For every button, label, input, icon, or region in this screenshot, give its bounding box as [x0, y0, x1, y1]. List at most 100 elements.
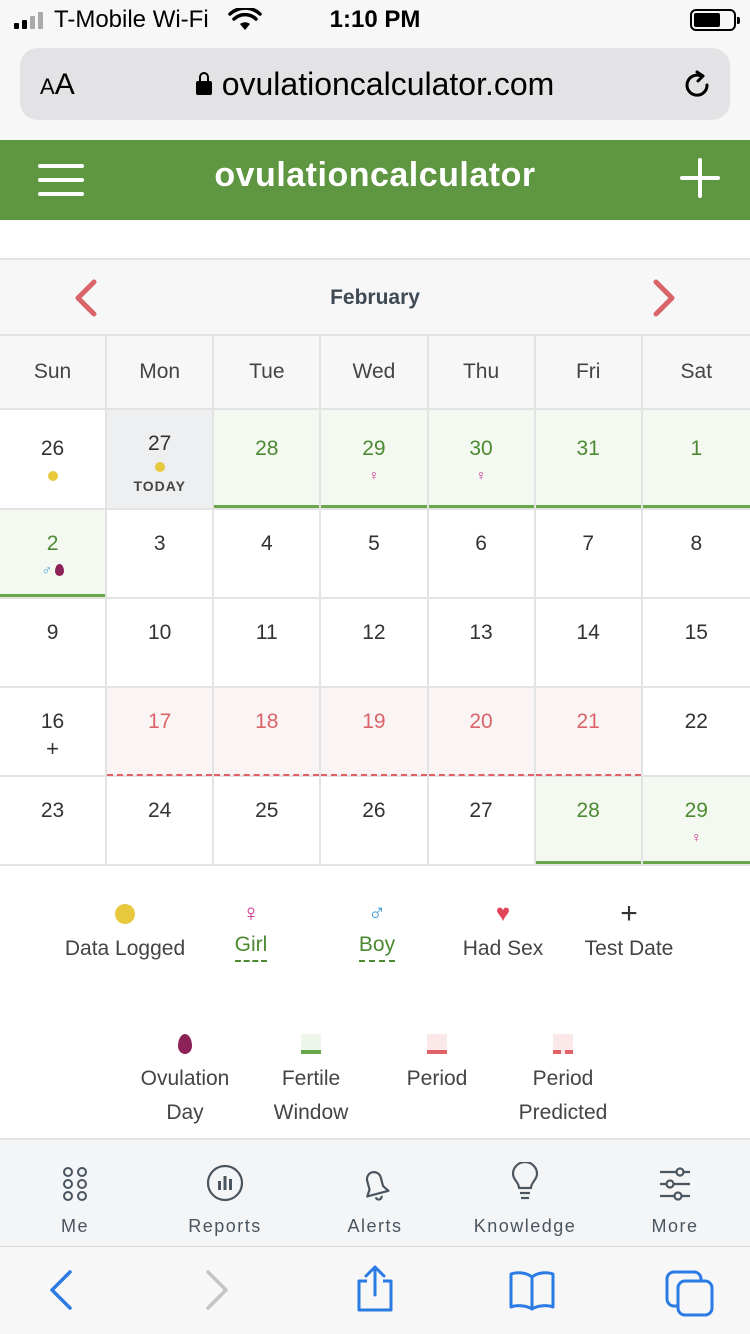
url-text: ovulationcalculator.com: [221, 66, 555, 102]
tab-label: Me: [60, 1216, 89, 1236]
calendar-day[interactable]: 30 ♀: [428, 410, 536, 508]
calendar-day[interactable]: 29 ♀: [321, 410, 429, 508]
calendar-day[interactable]: 29 ♀: [642, 777, 750, 864]
calendar-day[interactable]: 9: [0, 599, 108, 686]
legend-label: Data Logged: [64, 937, 186, 960]
calendar-day[interactable]: 4: [214, 510, 322, 597]
legend-label: Test Date: [584, 937, 674, 960]
day-number: 9: [46, 621, 59, 644]
calendar-day[interactable]: 27: [429, 777, 536, 864]
calendar-day[interactable]: 31: [535, 410, 643, 508]
calendar-day[interactable]: 5: [321, 510, 429, 597]
day-number: 8: [690, 532, 703, 555]
lightbulb-icon: [511, 1162, 539, 1200]
calendar-day[interactable]: 14: [536, 599, 643, 686]
calendar-day[interactable]: 1: [642, 410, 750, 508]
day-number: 23: [40, 799, 65, 822]
tab-label: More: [651, 1216, 699, 1236]
weekday-header: Sun Mon Tue Wed Thu Fri Sat: [0, 336, 750, 410]
day-number: 26: [40, 437, 65, 460]
calendar-day[interactable]: 19: [321, 688, 429, 776]
calendar-week: 16 + 17 18 19 20 21 22: [0, 688, 750, 777]
browser-toolbar: [0, 1246, 750, 1334]
weekday-label: Wed: [321, 336, 429, 408]
calendar-week: 2 ♂ 3 4 5 6 7 8: [0, 510, 750, 599]
month-navigation: February: [0, 258, 750, 336]
legend-period: Period: [374, 1030, 500, 1130]
girl-icon: ♀: [242, 900, 260, 927]
day-markers: ♂: [0, 562, 105, 578]
reload-icon[interactable]: [680, 68, 714, 102]
day-number: 10: [148, 621, 172, 644]
test-date-icon: +: [46, 736, 59, 761]
day-number: 28: [576, 799, 600, 822]
bell-icon: [365, 1171, 390, 1201]
calendar-day[interactable]: 13: [429, 599, 536, 686]
day-number: 11: [255, 621, 278, 644]
address-bar[interactable]: AA ovulationcalculator.com: [20, 48, 730, 120]
calendar-day[interactable]: 21: [535, 688, 643, 776]
legend-test-date: + Test Date: [566, 899, 692, 966]
calendar-day[interactable]: 28: [535, 777, 643, 864]
legend-had-sex: ♥ Had Sex: [440, 900, 566, 966]
back-arrow-icon[interactable]: [46, 1269, 76, 1311]
day-number: 19: [362, 710, 386, 733]
next-month-icon[interactable]: [644, 278, 684, 318]
day-number: 29: [684, 799, 708, 822]
url-field[interactable]: ovulationcalculator.com: [20, 66, 730, 103]
day-number: 24: [148, 799, 172, 822]
calendar-day[interactable]: 10: [107, 599, 215, 686]
calendar-day[interactable]: 28: [214, 410, 322, 508]
bookmarks-icon[interactable]: [508, 1269, 556, 1311]
calendar-day[interactable]: 7: [536, 510, 643, 597]
calendar-week: 23 24 25 26 27 28 29 ♀: [0, 777, 750, 866]
day-number: 6: [475, 532, 487, 555]
day-number: 29: [362, 437, 386, 460]
ovulation-egg-icon: [178, 1034, 192, 1054]
calendar-day[interactable]: 16 +: [0, 688, 108, 775]
share-icon[interactable]: [354, 1265, 396, 1313]
calendar-day[interactable]: 25: [214, 777, 322, 864]
day-number: 12: [362, 621, 386, 644]
browser-address-area: AA ovulationcalculator.com: [0, 40, 750, 140]
tab-label: Alerts: [347, 1216, 403, 1236]
tab-alerts[interactable]: Alerts: [300, 1140, 450, 1246]
calendar-day[interactable]: 3: [107, 510, 215, 597]
tab-reports[interactable]: Reports: [150, 1140, 300, 1246]
legend-fertile-window: Fertile Window: [248, 1030, 374, 1130]
fertile-swatch-icon: [301, 1034, 321, 1054]
calendar-day[interactable]: 6: [429, 510, 536, 597]
calendar-day[interactable]: 15: [643, 599, 750, 686]
calendar-day[interactable]: 12: [321, 599, 429, 686]
calendar-day[interactable]: 20: [428, 688, 536, 776]
calendar-day-today[interactable]: 27 TODAY: [107, 410, 215, 508]
battery-icon: [690, 9, 740, 31]
calendar-day[interactable]: 26: [0, 410, 108, 508]
calendar-day[interactable]: 2 ♂: [0, 510, 108, 597]
legend-label: Period: [406, 1067, 468, 1090]
heart-icon: ♥: [495, 900, 511, 927]
legend: Data Logged ♀ Girl ♂ Boy ♥ Had Sex + Tes…: [62, 899, 722, 966]
day-number: 4: [260, 532, 273, 555]
calendar-day[interactable]: 18: [214, 688, 322, 776]
tab-me[interactable]: Me: [0, 1140, 150, 1246]
reports-chart-icon: [206, 1164, 244, 1202]
calendar-day[interactable]: 8: [643, 510, 750, 597]
calendar-day[interactable]: 26: [321, 777, 429, 864]
forward-arrow-icon[interactable]: [202, 1269, 232, 1311]
legend-secondary: Ovulation Day Fertile Window Period Peri…: [122, 1030, 642, 1130]
calendar-day[interactable]: 24: [107, 777, 215, 864]
calendar-day[interactable]: 23: [0, 777, 108, 864]
calendar-day[interactable]: 22: [643, 688, 750, 775]
tab-knowledge[interactable]: Knowledge: [450, 1140, 600, 1246]
add-icon[interactable]: [680, 158, 720, 198]
tabs-icon[interactable]: [664, 1269, 716, 1317]
calendar-day[interactable]: 17: [107, 688, 215, 776]
day-number: 14: [576, 621, 600, 644]
calendar-day[interactable]: 11: [214, 599, 322, 686]
period-swatch-icon: [427, 1034, 447, 1054]
legend-label: Ovulation Day: [140, 1067, 230, 1124]
calendar-grid: 26 27 TODAY 28 29 ♀ 30 ♀ 31 1 2 ♂ 3 4 5 …: [0, 410, 750, 866]
day-number: 17: [148, 710, 172, 733]
tab-more[interactable]: More: [600, 1140, 750, 1246]
